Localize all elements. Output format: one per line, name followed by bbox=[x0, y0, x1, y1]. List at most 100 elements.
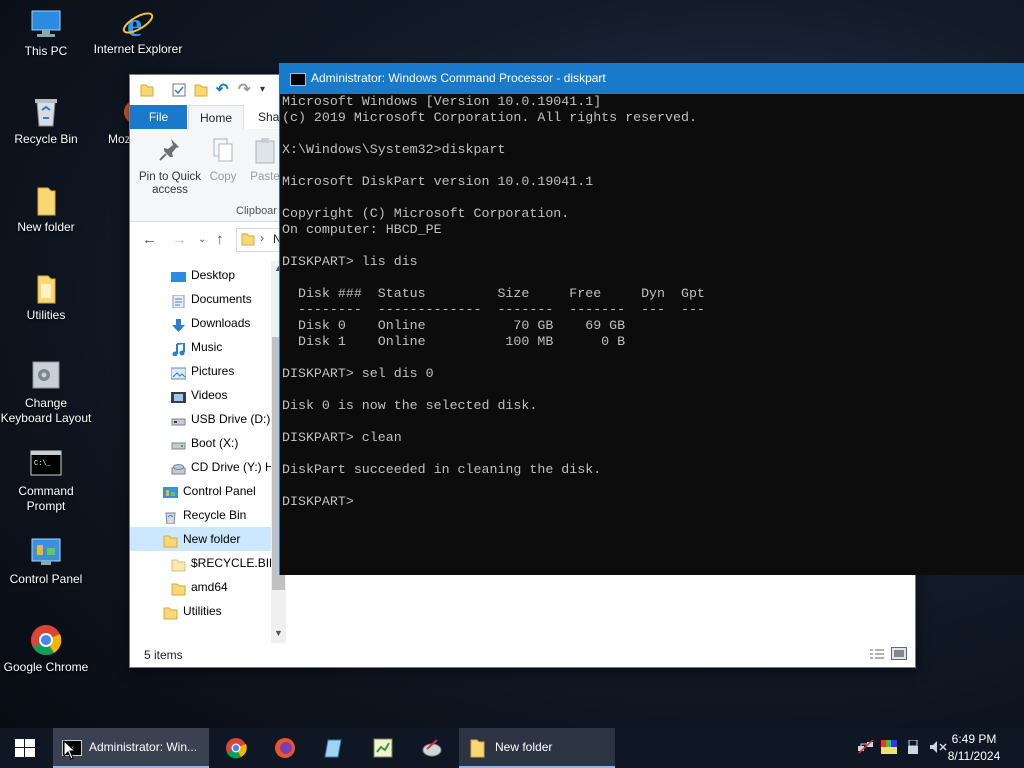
copy-button[interactable]: Copy bbox=[206, 137, 240, 184]
nav-label: CD Drive (Y:) H bbox=[191, 460, 271, 474]
nav-item-videos[interactable]: Videos bbox=[130, 383, 271, 407]
documents-icon bbox=[171, 292, 186, 309]
recent-locations-icon[interactable]: ⌄ bbox=[198, 234, 206, 245]
folder-icon bbox=[171, 580, 186, 596]
large-icons-view-icon[interactable] bbox=[891, 647, 907, 663]
desktop-icon-google-chrome[interactable]: Google Chrome bbox=[0, 624, 92, 675]
nav-label: amd64 bbox=[191, 580, 228, 594]
svg-text:C:\_: C:\_ bbox=[34, 460, 52, 468]
command-prompt-icon bbox=[290, 73, 306, 86]
taskbar-label: New folder bbox=[495, 740, 553, 754]
taskbar-button-new-folder[interactable]: New folder bbox=[459, 728, 615, 768]
taskbar-button-app-notepad[interactable] bbox=[310, 728, 358, 768]
desktop-icon-label: Mozil bbox=[107, 132, 136, 146]
paste-button[interactable]: Paste bbox=[249, 137, 281, 184]
forward-arrow-icon[interactable]: → bbox=[172, 231, 187, 248]
copy-icon bbox=[210, 137, 236, 165]
pin-to-quick-access-button[interactable]: Pin to Quick access bbox=[136, 137, 204, 197]
clipboard-group-label: Clipboar bbox=[236, 205, 277, 217]
nav-label: Boot (X:) bbox=[191, 436, 239, 450]
paste-label: Paste bbox=[250, 171, 280, 183]
nav-item-downloads[interactable]: Downloads bbox=[130, 311, 271, 335]
nav-label: USB Drive (D:) bbox=[191, 412, 271, 426]
folder-icon bbox=[29, 184, 63, 216]
nav-item-documents[interactable]: Documents bbox=[130, 287, 271, 311]
details-view-icon[interactable] bbox=[869, 648, 885, 663]
nav-item-desktop[interactable]: Desktop bbox=[130, 263, 271, 287]
redo-icon[interactable]: ↷ bbox=[238, 82, 252, 97]
folder-icon bbox=[163, 604, 178, 620]
desktop-icon-label: Google Chrome bbox=[3, 660, 89, 674]
up-arrow-icon[interactable]: ↑ bbox=[216, 231, 224, 248]
clipboard-icon bbox=[252, 137, 278, 165]
nav-item-boot-drive[interactable]: Boot (X:) bbox=[130, 431, 271, 455]
desktop-icon bbox=[171, 268, 186, 282]
control-panel-icon bbox=[29, 536, 63, 568]
desktop-icon-change-keyboard-layout[interactable]: Change Keyboard Layout bbox=[0, 360, 92, 426]
desktop-icon-internet-explorer[interactable]: e Internet Explorer bbox=[92, 6, 184, 57]
properties-icon[interactable] bbox=[172, 83, 186, 97]
folder-icon bbox=[29, 272, 63, 304]
desktop-icon-new-folder[interactable]: New folder bbox=[0, 184, 92, 235]
scroll-down-icon[interactable]: ▼ bbox=[274, 628, 283, 638]
taskbar-button-command-prompt[interactable]: C:\ Administrator: Win... bbox=[53, 728, 209, 768]
taskbar-button-chrome[interactable] bbox=[212, 728, 260, 768]
nav-label: New folder bbox=[183, 532, 241, 546]
nav-item-usb-drive[interactable]: USB Drive (D:) bbox=[130, 407, 271, 431]
desktop-icon-control-panel[interactable]: Control Panel bbox=[0, 536, 92, 587]
nav-label: Music bbox=[191, 340, 223, 354]
folder-icon bbox=[241, 233, 255, 249]
desktop-icon-this-pc[interactable]: This PC bbox=[0, 8, 92, 59]
pictures-icon bbox=[170, 364, 187, 380]
desktop-icon-label: Change Keyboard Layout bbox=[0, 396, 92, 425]
status-bar: 5 items bbox=[130, 643, 915, 667]
back-arrow-icon[interactable]: ← bbox=[142, 231, 157, 248]
system-clock[interactable]: 6:49 PM 8/11/2024 bbox=[944, 731, 1004, 765]
nav-item-control-panel[interactable]: Control Panel bbox=[130, 479, 271, 503]
taskbar-button-app-chart[interactable] bbox=[359, 728, 407, 768]
pin-label: Pin to Quick access bbox=[139, 171, 201, 196]
nav-item-cd-drive[interactable]: CD Drive (Y:) H bbox=[130, 455, 271, 479]
customize-toolbar-icon[interactable]: ▾ bbox=[260, 83, 274, 97]
usb-device-icon[interactable] bbox=[906, 739, 920, 754]
taskbar-label: Administrator: Win... bbox=[89, 740, 198, 754]
undo-icon[interactable]: ↶ bbox=[216, 82, 230, 97]
color-display-icon[interactable] bbox=[881, 740, 897, 754]
desktop-icon-firefox[interactable]: Mozil bbox=[76, 96, 148, 147]
usb-drive-icon bbox=[171, 412, 186, 426]
title-bar[interactable]: Administrator: Windows Command Processor… bbox=[280, 63, 1024, 94]
start-button[interactable] bbox=[0, 728, 50, 768]
spreadsheet-icon bbox=[372, 737, 394, 762]
recycle-bin-icon bbox=[163, 508, 178, 525]
chrome-icon bbox=[29, 624, 63, 656]
computer-icon bbox=[29, 8, 63, 40]
breadcrumb-chevron-icon: › bbox=[260, 231, 264, 245]
desktop-icon-utilities[interactable]: Utilities bbox=[0, 272, 92, 323]
nav-label: Videos bbox=[191, 388, 228, 402]
command-prompt-window[interactable]: Administrator: Windows Command Processor… bbox=[279, 63, 1024, 575]
taskbar-button-app-paint[interactable] bbox=[408, 728, 456, 768]
mouse-cursor-icon bbox=[63, 739, 77, 763]
nav-item-new-folder[interactable]: New folder bbox=[130, 527, 271, 551]
tab-home[interactable]: Home bbox=[188, 105, 244, 131]
videos-icon bbox=[171, 388, 186, 403]
clock-date: 8/11/2024 bbox=[947, 749, 1001, 763]
nav-item-recycle-bin[interactable]: Recycle Bin bbox=[130, 503, 271, 527]
desktop-icon-label: Command Prompt bbox=[18, 484, 74, 513]
nav-item-pictures[interactable]: Pictures bbox=[130, 359, 271, 383]
network-icon[interactable] bbox=[858, 739, 874, 754]
nav-label: $RECYCLE.BIN bbox=[191, 556, 271, 570]
recycle-bin-icon bbox=[29, 96, 63, 128]
nav-item-amd64[interactable]: amd64 bbox=[130, 575, 271, 599]
window-title: Administrator: Windows Command Processor… bbox=[311, 71, 606, 85]
taskbar-button-firefox[interactable] bbox=[261, 728, 309, 768]
tab-file[interactable]: File bbox=[130, 105, 187, 129]
nav-item-utilities[interactable]: Utilities bbox=[130, 599, 271, 623]
new-folder-icon[interactable] bbox=[194, 83, 208, 97]
volume-muted-icon[interactable] bbox=[929, 740, 947, 754]
nav-item-music[interactable]: Music bbox=[130, 335, 271, 359]
nav-item-recycle-bin-folder[interactable]: $RECYCLE.BIN bbox=[130, 551, 271, 575]
console-output[interactable]: Microsoft Windows [Version 10.0.19041.1]… bbox=[282, 94, 1024, 575]
svg-text:e: e bbox=[127, 7, 142, 40]
desktop-icon-command-prompt[interactable]: C:\_ Command Prompt bbox=[0, 448, 92, 514]
